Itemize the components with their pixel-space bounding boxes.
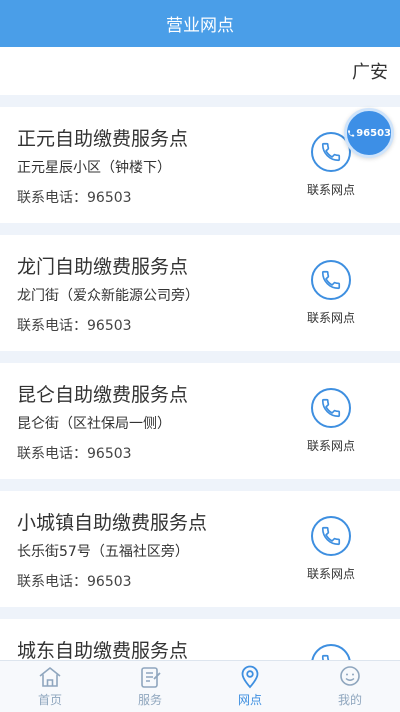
city-selector[interactable]: 广安 [0, 47, 400, 95]
phone-icon[interactable] [311, 644, 351, 660]
outlet-address: 正元星辰小区（钟楼下） [17, 160, 171, 176]
contact-outlet-label: 联系网点 [306, 439, 355, 453]
phone-icon[interactable] [311, 516, 351, 556]
outlet-card[interactable]: 城东自助缴费服务点 [0, 619, 400, 660]
outlet-name: 小城镇自助缴费服务点 [17, 512, 208, 534]
outlet-list[interactable]: 正元自助缴费服务点 正元星辰小区（钟楼下） 联系电话：96503 联系网点 龙门… [0, 95, 400, 660]
outlet-name: 城东自助缴费服务点 [17, 640, 189, 660]
contact-outlet-button[interactable] [296, 644, 366, 660]
contact-outlet-button[interactable]: 联系网点 [296, 516, 366, 586]
outlet-phone: 联系电话：96503 [17, 190, 132, 206]
home-icon [39, 667, 61, 687]
phone-icon [348, 129, 355, 137]
tab-home[interactable]: 首页 [0, 661, 100, 712]
outlet-card[interactable]: 正元自助缴费服务点 正元星辰小区（钟楼下） 联系电话：96503 联系网点 [0, 107, 400, 223]
tab-service-label: 服务 [137, 693, 162, 707]
outlet-phone: 联系电话：96503 [17, 318, 132, 334]
outlet-card[interactable]: 昆仑自助缴费服务点 昆仑街（区社保局一侧） 联系电话：96503 联系网点 [0, 363, 400, 479]
phone-icon[interactable] [311, 260, 351, 300]
contact-outlet-label: 联系网点 [306, 183, 355, 197]
outlet-address: 长乐街57号（五福社区旁） [17, 544, 189, 560]
clipboard-icon [141, 667, 161, 688]
location-pin-icon [241, 665, 259, 689]
outlet-phone: 联系电话：96503 [17, 446, 132, 462]
app-header: 营业网点 [0, 0, 400, 47]
hotline-float-button[interactable]: 96503 [344, 108, 394, 158]
contact-outlet-button[interactable]: 联系网点 [296, 260, 366, 330]
outlet-address: 龙门街（爱众新能源公司旁） [17, 288, 199, 304]
bottom-tab-bar: 首页 服务 网点 我的 [0, 660, 400, 712]
tab-home-label: 首页 [37, 693, 62, 707]
tab-me-label: 我的 [337, 693, 362, 707]
city-name[interactable]: 广安 [352, 58, 388, 84]
page-title: 营业网点 [166, 16, 234, 36]
contact-outlet-label: 联系网点 [306, 311, 355, 325]
tab-outlets-label: 网点 [237, 693, 262, 707]
contact-outlet-label: 联系网点 [306, 567, 355, 581]
outlet-name: 昆仑自助缴费服务点 [17, 384, 189, 406]
hotline-number: 96503 [356, 127, 391, 139]
outlet-card[interactable]: 小城镇自助缴费服务点 长乐街57号（五福社区旁） 联系电话：96503 联系网点 [0, 491, 400, 607]
user-face-icon [340, 666, 360, 686]
phone-icon[interactable] [311, 388, 351, 428]
outlet-address: 昆仑街（区社保局一侧） [17, 416, 171, 432]
tab-me[interactable]: 我的 [300, 661, 400, 712]
tab-service[interactable]: 服务 [100, 661, 200, 712]
contact-outlet-button[interactable]: 联系网点 [296, 388, 366, 458]
outlet-name: 龙门自助缴费服务点 [17, 256, 189, 278]
outlet-name: 正元自助缴费服务点 [17, 128, 189, 150]
tab-outlets[interactable]: 网点 [200, 661, 300, 712]
outlet-card[interactable]: 龙门自助缴费服务点 龙门街（爱众新能源公司旁） 联系电话：96503 联系网点 [0, 235, 400, 351]
outlet-phone: 联系电话：96503 [17, 574, 132, 590]
